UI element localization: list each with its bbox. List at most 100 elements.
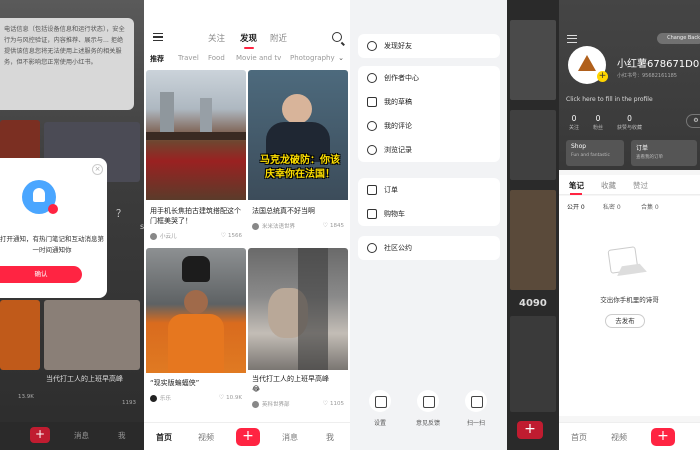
card-author: 米米法语世界 xyxy=(262,224,296,230)
menu-item-find-friends[interactable]: 发现好友 xyxy=(358,34,500,58)
avatar[interactable]: + xyxy=(568,46,608,84)
feed-card[interactable]: 当代打工人的上班早高峰 😂 英科世界部 ♡ 1105 xyxy=(248,248,348,416)
publish-button[interactable]: 去发布 xyxy=(605,314,645,328)
menu-item-cart[interactable]: 购物车 xyxy=(358,202,500,226)
stat-following[interactable]: 0 关注 xyxy=(569,114,579,131)
menu-item-drafts[interactable]: 我的草稿 xyxy=(358,90,500,114)
category-recommend[interactable]: 推荐 xyxy=(150,54,164,64)
publish-plus-button[interactable]: + xyxy=(30,427,50,443)
category-food[interactable]: Food xyxy=(208,54,225,62)
tab-me[interactable]: 我 xyxy=(326,432,334,443)
publish-plus-button[interactable]: + xyxy=(651,428,675,446)
count-label: 4090 xyxy=(519,298,547,309)
feedback-label: 意见反馈 xyxy=(415,420,440,427)
tab-collections[interactable]: 收藏 xyxy=(601,180,616,191)
tab-home[interactable]: 首页 xyxy=(571,432,587,443)
bottom-tab-bar: 首页 视频 + xyxy=(559,422,700,450)
filter-public[interactable]: 公开 0 xyxy=(567,202,585,211)
username: 小红薯678671D0 xyxy=(617,59,700,70)
menu-icon[interactable] xyxy=(153,33,163,41)
menu-item-creator-center[interactable]: 创作者中心 xyxy=(358,66,500,90)
draft-icon xyxy=(367,97,377,107)
profile-tabs: 笔记 收藏 赞过 xyxy=(559,175,700,195)
search-icon[interactable] xyxy=(332,32,342,42)
bottom-tab-bar: + 消息 我 xyxy=(0,422,144,450)
feed-card[interactable]: “现实版蝙蝠侠” 乐乐 ♡ 10.9K xyxy=(146,248,246,416)
close-icon[interactable]: × xyxy=(92,164,103,175)
tab-following[interactable]: 关注 xyxy=(208,32,225,44)
tab-messages[interactable]: 消息 xyxy=(282,432,298,443)
face-shape xyxy=(184,290,208,314)
card-likes-group[interactable]: ♡ 1566 xyxy=(221,232,242,239)
menu-item-comments[interactable]: 我的评论 xyxy=(358,114,500,138)
feedback-button[interactable]: 意见反馈 xyxy=(408,390,448,427)
card-likes-group[interactable]: ♡ 1105 xyxy=(323,400,344,407)
tab-notes[interactable]: 笔记 xyxy=(569,180,584,191)
modal-text: 打开通知，有热门笔记和互动消息第一时间通知你 xyxy=(0,235,104,254)
filter-collections[interactable]: 合集 0 xyxy=(641,202,659,211)
clock-icon xyxy=(367,145,377,155)
menu-item-label: 发现好友 xyxy=(384,42,412,50)
menu-item-community-rules[interactable]: 社区公约 xyxy=(358,236,500,260)
feed-card[interactable]: 用手机长焦拍古建筑搭配这个门框美哭了！ 小云儿 ♡ 1566 xyxy=(146,70,246,245)
active-tab-indicator xyxy=(244,47,254,49)
settings-label: 设置 xyxy=(373,420,386,427)
card-likes: 1105 xyxy=(330,401,344,407)
person-add-icon xyxy=(367,41,377,51)
category-travel[interactable]: Travel xyxy=(178,54,199,62)
tab-messages[interactable]: 消息 xyxy=(74,430,89,441)
tab-video[interactable]: 视频 xyxy=(611,432,627,443)
card-likes-group[interactable]: ♡ 10.9K xyxy=(219,394,242,401)
menu-item-orders[interactable]: 订单 xyxy=(358,178,500,202)
card-image xyxy=(248,248,348,370)
bio-prompt[interactable]: Click here to fill in the profile xyxy=(566,96,653,103)
stat-likes[interactable]: 0 获赞与收藏 xyxy=(617,114,642,131)
building-shape xyxy=(160,92,174,132)
card-likes-group[interactable]: ♡ 1845 xyxy=(323,222,344,229)
feed-card[interactable]: 马克龙破防：你该庆幸你在法国！ 法国总统真不好当啊 米米法语世界 ♡ 1845 xyxy=(248,70,348,245)
shop-card[interactable]: Shop Fun and fantastic xyxy=(566,140,624,166)
background-tile xyxy=(510,20,556,100)
panel-side-menu: 发现好友 创作者中心 我的草稿 我的评论 浏览记录 订单 购物车 社区公约 设置… xyxy=(350,0,507,450)
category-bar: 推荐 Travel Food Movie and tv Photography … xyxy=(144,52,350,68)
change-background-button[interactable]: Change Back xyxy=(657,33,700,44)
menu-icon[interactable] xyxy=(567,35,577,43)
menu-item-history[interactable]: 浏览记录 xyxy=(358,138,500,162)
card-meta: 乐乐 ♡ 10.9K xyxy=(150,394,242,402)
shop-title: Shop xyxy=(571,143,587,150)
card-title: 当代打工人的上班早高峰 xyxy=(252,374,346,384)
heart-icon: ♡ xyxy=(218,394,225,401)
scan-button[interactable]: 扫一扫 xyxy=(456,390,496,427)
stat-value: 0 xyxy=(595,114,601,123)
category-movie[interactable]: Movie and tv xyxy=(236,54,281,62)
card-emoji: 😂 xyxy=(252,385,261,393)
avatar xyxy=(252,401,259,408)
order-title: 订单 xyxy=(636,145,649,152)
behind-title: 当代打工人的上班早高峰 xyxy=(46,375,123,383)
face-shape xyxy=(282,94,312,124)
tab-discover[interactable]: 发现 xyxy=(240,32,257,44)
chevron-down-icon[interactable]: ⌄ xyxy=(338,54,344,62)
confirm-button[interactable]: 确认 xyxy=(0,266,82,283)
heart-icon: ♡ xyxy=(322,222,328,229)
category-photography[interactable]: Photography xyxy=(290,54,335,62)
scan-icon xyxy=(465,390,487,412)
tab-video[interactable]: 视频 xyxy=(198,432,214,443)
background-tile xyxy=(44,300,140,370)
tab-liked[interactable]: 赞过 xyxy=(633,180,648,191)
tab-nearby[interactable]: 附近 xyxy=(270,32,287,44)
stat-followers[interactable]: 0 粉丝 xyxy=(593,114,603,131)
tab-me[interactable]: 我 xyxy=(118,430,126,441)
heart-icon: ♡ xyxy=(220,232,226,239)
filter-private[interactable]: 私密 0 xyxy=(603,202,621,211)
publish-plus-button[interactable]: + xyxy=(236,428,260,446)
publish-plus-button[interactable]: + xyxy=(517,421,543,439)
order-card[interactable]: 订单 查看我的订单 xyxy=(631,140,697,166)
card-author: 小云儿 xyxy=(160,234,177,240)
settings-button[interactable]: 设置 xyxy=(360,390,400,427)
settings-icon[interactable]: ⚙ xyxy=(686,114,700,128)
add-avatar-icon[interactable]: + xyxy=(597,71,608,82)
card-meta: 米米法语世界 ♡ 1845 xyxy=(252,222,344,230)
tab-home[interactable]: 首页 xyxy=(156,432,172,443)
menu-item-label: 我的评论 xyxy=(384,122,412,130)
